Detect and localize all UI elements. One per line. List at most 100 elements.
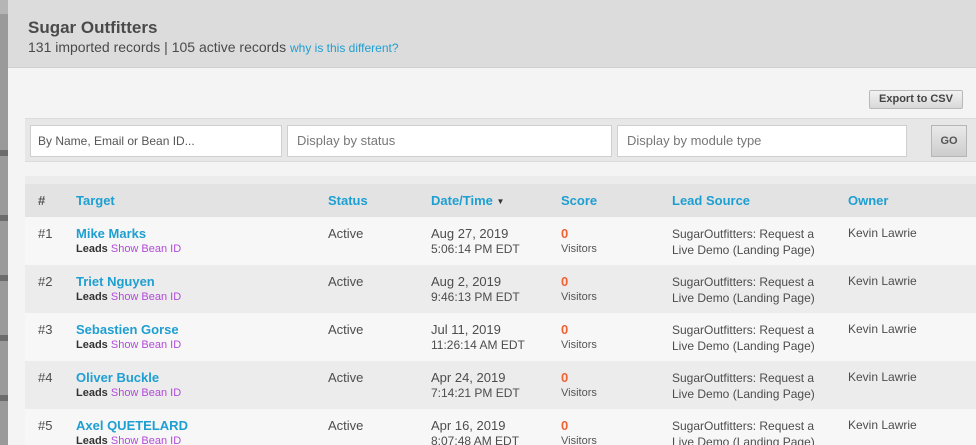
go-button[interactable]: GO — [931, 125, 967, 157]
datetime-cell: Jul 11, 2019 11:26:14 AM EDT — [431, 322, 525, 352]
background-fragment — [0, 215, 8, 221]
show-bean-id-link[interactable]: Show Bean ID — [111, 387, 181, 399]
owner-value: Kevin Lawrie — [848, 226, 917, 240]
record-counts: 131 imported records | 105 active record… — [28, 39, 287, 55]
time-value: 8:07:48 AM EDT — [431, 434, 520, 445]
search-input[interactable]: By Name, Email or Bean ID... — [30, 125, 282, 157]
status-select[interactable]: Display by status — [287, 125, 612, 157]
column-header-number: # — [38, 193, 46, 208]
datetime-cell: Apr 16, 2019 8:07:48 AM EDT — [431, 418, 519, 445]
lead-source-line: SugarOutfitters: Request a — [672, 275, 815, 289]
target-cell: Oliver Buckle Leads Show Bean ID — [76, 370, 181, 399]
filter-bar: By Name, Email or Bean ID... Display by … — [25, 118, 976, 162]
why-different-link[interactable]: why is this different? — [290, 41, 399, 55]
date-value: Apr 16, 2019 — [431, 418, 506, 433]
target-name-link[interactable]: Triet Nguyen — [76, 274, 181, 289]
datetime-cell: Apr 24, 2019 7:14:21 PM EDT — [431, 370, 520, 400]
time-value: 9:46:13 PM EDT — [431, 290, 520, 304]
target-cell: Sebastien Gorse Leads Show Bean ID — [76, 322, 181, 351]
table-row: #5 Axel QUETELARD Leads Show Bean ID Act… — [25, 409, 976, 445]
row-number: #1 — [38, 226, 53, 241]
lead-source-line: SugarOutfitters: Request a — [672, 323, 815, 337]
time-value: 5:06:14 PM EDT — [431, 242, 520, 256]
module-label: Leads — [76, 291, 108, 303]
score-label: Visitors — [561, 291, 597, 303]
lead-source-cell: SugarOutfitters: Request a Live Demo (La… — [672, 226, 815, 258]
table-row: #4 Oliver Buckle Leads Show Bean ID Acti… — [25, 361, 976, 409]
owner-value: Kevin Lawrie — [848, 274, 917, 288]
table-header: # Target Status Date/Time ▼ Score Lead S… — [25, 184, 976, 217]
module-label: Leads — [76, 435, 108, 445]
export-csv-button[interactable]: Export to CSV — [869, 90, 963, 109]
score-cell: 0 Visitors — [561, 322, 597, 351]
lead-source-line: Live Demo (Landing Page) — [672, 243, 815, 257]
row-number: #4 — [38, 370, 53, 385]
row-number: #5 — [38, 418, 53, 433]
lead-source-line: SugarOutfitters: Request a — [672, 227, 815, 241]
target-name-link[interactable]: Sebastien Gorse — [76, 322, 181, 337]
score-value: 0 — [561, 274, 569, 289]
date-value: Aug 27, 2019 — [431, 226, 509, 241]
score-label: Visitors — [561, 339, 597, 351]
score-cell: 0 Visitors — [561, 370, 597, 399]
records-modal: Sugar Outfitters 131 imported records | … — [8, 0, 976, 445]
sort-desc-icon: ▼ — [496, 197, 505, 206]
lead-source-cell: SugarOutfitters: Request a Live Demo (La… — [672, 418, 815, 445]
target-name-link[interactable]: Axel QUETELARD — [76, 418, 188, 433]
target-cell: Triet Nguyen Leads Show Bean ID — [76, 274, 181, 303]
lead-source-line: Live Demo (Landing Page) — [672, 339, 815, 353]
column-header-lead-source[interactable]: Lead Source — [672, 193, 750, 208]
background-fragment — [0, 335, 8, 341]
column-header-target[interactable]: Target — [76, 193, 115, 208]
score-label: Visitors — [561, 243, 597, 255]
lead-source-line: Live Demo (Landing Page) — [672, 387, 815, 401]
show-bean-id-link[interactable]: Show Bean ID — [111, 339, 181, 351]
date-value: Apr 24, 2019 — [431, 370, 506, 385]
target-cell: Axel QUETELARD Leads Show Bean ID — [76, 418, 188, 445]
show-bean-id-link[interactable]: Show Bean ID — [111, 435, 181, 445]
score-cell: 0 Visitors — [561, 274, 597, 303]
time-value: 11:26:14 AM EDT — [431, 338, 525, 352]
owner-value: Kevin Lawrie — [848, 418, 917, 432]
target-name-link[interactable]: Oliver Buckle — [76, 370, 181, 385]
score-label: Visitors — [561, 435, 597, 445]
table-row: #1 Mike Marks Leads Show Bean ID Active … — [25, 217, 976, 265]
status-value: Active — [328, 370, 364, 385]
column-header-score[interactable]: Score — [561, 193, 597, 208]
background-fragment — [0, 275, 8, 281]
score-value: 0 — [561, 418, 569, 433]
lead-source-line: Live Demo (Landing Page) — [672, 291, 815, 305]
score-cell: 0 Visitors — [561, 418, 597, 445]
target-meta: Leads Show Bean ID — [76, 387, 181, 399]
modal-subtitle: 131 imported records | 105 active record… — [28, 39, 399, 55]
score-value: 0 — [561, 370, 569, 385]
target-meta: Leads Show Bean ID — [76, 243, 181, 255]
background-fragment — [0, 395, 8, 401]
column-header-datetime[interactable]: Date/Time ▼ — [431, 193, 504, 208]
status-value: Active — [328, 274, 364, 289]
lead-source-line: SugarOutfitters: Request a — [672, 419, 815, 433]
status-value: Active — [328, 322, 364, 337]
lead-source-cell: SugarOutfitters: Request a Live Demo (La… — [672, 370, 815, 402]
column-header-owner[interactable]: Owner — [848, 193, 888, 208]
owner-value: Kevin Lawrie — [848, 370, 917, 384]
lead-source-cell: SugarOutfitters: Request a Live Demo (La… — [672, 322, 815, 354]
show-bean-id-link[interactable]: Show Bean ID — [111, 291, 181, 303]
datetime-cell: Aug 27, 2019 5:06:14 PM EDT — [431, 226, 520, 256]
modal-title: Sugar Outfitters — [28, 18, 158, 37]
row-number: #2 — [38, 274, 53, 289]
target-name-link[interactable]: Mike Marks — [76, 226, 181, 241]
status-value: Active — [328, 226, 364, 241]
column-header-status[interactable]: Status — [328, 193, 368, 208]
date-value: Jul 11, 2019 — [431, 322, 501, 337]
owner-value: Kevin Lawrie — [848, 322, 917, 336]
modal-header: Sugar Outfitters 131 imported records | … — [8, 0, 976, 68]
lead-source-cell: SugarOutfitters: Request a Live Demo (La… — [672, 274, 815, 306]
datetime-cell: Aug 2, 2019 9:46:13 PM EDT — [431, 274, 520, 304]
target-cell: Mike Marks Leads Show Bean ID — [76, 226, 181, 255]
module-type-select[interactable]: Display by module type — [617, 125, 907, 157]
row-number: #3 — [38, 322, 53, 337]
module-label: Leads — [76, 387, 108, 399]
show-bean-id-link[interactable]: Show Bean ID — [111, 243, 181, 255]
table-row: #2 Triet Nguyen Leads Show Bean ID Activ… — [25, 265, 976, 313]
